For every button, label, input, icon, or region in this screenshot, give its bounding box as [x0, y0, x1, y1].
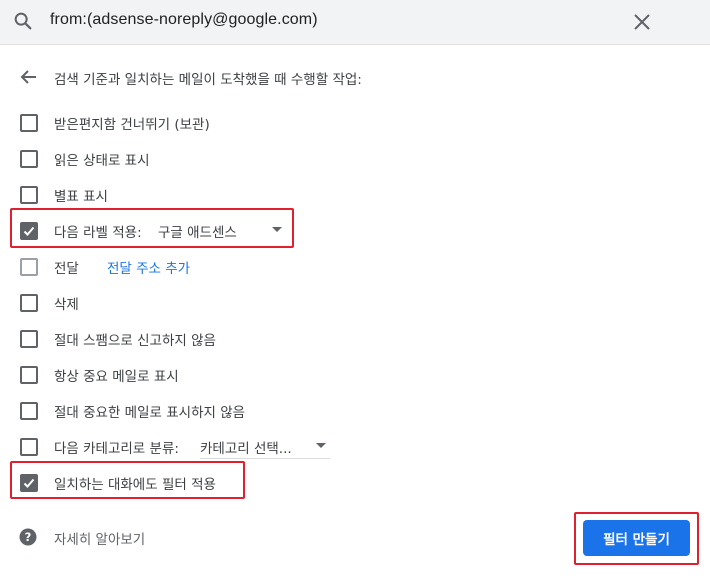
create-filter-button[interactable]: 필터 만들기 [583, 520, 690, 556]
option-label: 절대 스팸으로 신고하지 않음 [54, 333, 216, 349]
checkbox-star[interactable] [20, 186, 38, 204]
label-select-value: 구글 애드센스 [158, 225, 237, 241]
label-select-dropdown[interactable]: 구글 애드센스 [158, 215, 286, 243]
search-icon [14, 12, 32, 30]
checkbox-categorize[interactable] [20, 438, 38, 456]
dropdown-arrow-icon [272, 227, 282, 232]
dropdown-underline [200, 458, 330, 459]
option-star: 별표 표시 [0, 179, 710, 209]
option-label: 삭제 [54, 297, 79, 313]
actions-header: 검색 기준과 일치하는 메일이 도착했을 때 수행할 작업: [54, 72, 362, 88]
option-label: 받은편지함 건너뛰기 (보관) [54, 117, 210, 133]
checkbox-forward[interactable] [20, 258, 38, 276]
checkbox-never-important[interactable] [20, 402, 38, 420]
option-label: 다음 라벨 적용: [54, 225, 142, 241]
option-label: 읽은 상태로 표시 [54, 153, 150, 169]
checkmark-icon [23, 478, 35, 488]
option-mark-read: 읽은 상태로 표시 [0, 143, 710, 173]
option-label: 다음 카테고리로 분류: [54, 441, 179, 457]
checkmark-icon [23, 226, 35, 236]
checkbox-mark-read[interactable] [20, 150, 38, 168]
help-icon[interactable]: ? [19, 528, 37, 546]
option-delete: 삭제 [0, 287, 710, 317]
checkbox-apply-to-matching[interactable] [20, 474, 38, 492]
checkbox-skip-inbox[interactable] [20, 114, 38, 132]
svg-text:?: ? [25, 530, 32, 544]
add-forwarding-address-link[interactable]: 전달 주소 추가 [107, 257, 190, 277]
option-never-spam: 절대 스팸으로 신고하지 않음 [0, 323, 710, 353]
option-forward: 전달 전달 주소 추가 [0, 251, 710, 281]
search-query[interactable]: from:(adsense-noreply@google.com) [50, 11, 318, 29]
option-label: 전달 [54, 261, 79, 277]
learn-more-link[interactable]: 자세히 알아보기 [54, 528, 145, 548]
option-categorize: 다음 카테고리로 분류: 카테고리 선택... [0, 431, 710, 461]
option-label: 절대 중요한 메일로 표시하지 않음 [54, 405, 246, 421]
checkbox-apply-label[interactable] [20, 222, 38, 240]
option-label: 일치하는 대화에도 필터 적용 [54, 477, 216, 493]
option-label: 별표 표시 [54, 189, 108, 205]
checkbox-never-spam[interactable] [20, 330, 38, 348]
option-apply-label: 다음 라벨 적용: 구글 애드센스 [0, 215, 710, 245]
option-always-important: 항상 중요 메일로 표시 [0, 359, 710, 389]
category-select-dropdown[interactable]: 카테고리 선택... [200, 431, 330, 459]
option-never-important: 절대 중요한 메일로 표시하지 않음 [0, 395, 710, 425]
option-apply-to-matching: 일치하는 대화에도 필터 적용 [0, 467, 710, 497]
option-label: 항상 중요 메일로 표시 [54, 369, 179, 385]
dropdown-arrow-icon [316, 443, 326, 448]
back-arrow-icon[interactable] [19, 67, 39, 87]
category-select-value: 카테고리 선택... [200, 441, 292, 457]
close-icon[interactable] [632, 12, 652, 32]
search-bar[interactable]: from:(adsense-noreply@google.com) [0, 0, 710, 45]
checkbox-always-important[interactable] [20, 366, 38, 384]
checkbox-delete[interactable] [20, 294, 38, 312]
option-skip-inbox: 받은편지함 건너뛰기 (보관) [0, 107, 710, 137]
